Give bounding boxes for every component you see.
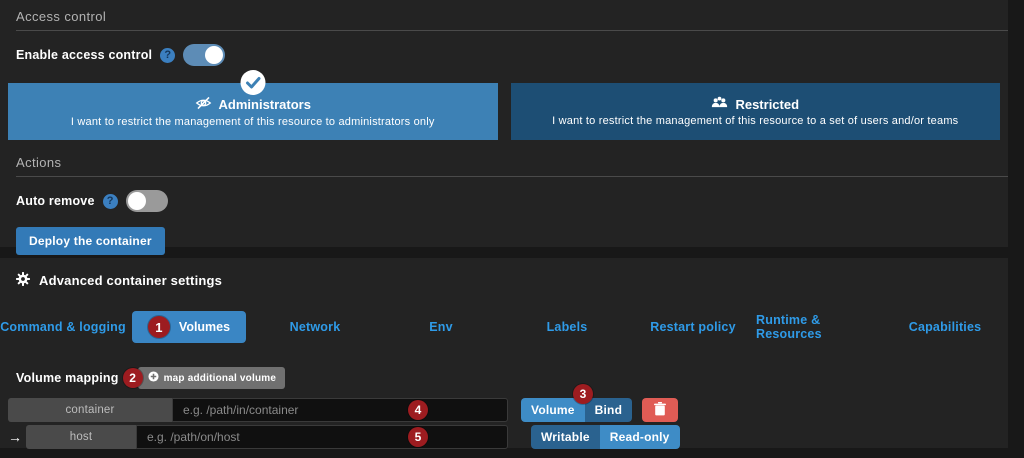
volume-type-button[interactable]: Volume <box>521 398 585 422</box>
remove-volume-button[interactable] <box>642 398 678 422</box>
section-divider <box>16 176 1008 177</box>
readonly-mode-button[interactable]: Read-only <box>600 425 680 449</box>
tab-label[interactable]: Capabilities <box>909 320 982 334</box>
enable-access-control-label: Enable access control <box>16 48 152 62</box>
tab-label[interactable]: Command & logging <box>0 320 126 334</box>
gear-icon <box>16 272 30 289</box>
annotation-badge-5: 5 <box>408 427 428 447</box>
tab-restart-policy[interactable]: Restart policy <box>630 320 756 334</box>
tab-env[interactable]: Env <box>378 320 504 334</box>
volume-option-buttons: 3 Volume Bind Writable <box>521 398 680 452</box>
volume-path-fields: container 4 → host 5 <box>8 398 508 452</box>
users-icon <box>711 96 728 112</box>
ownership-option-restricted[interactable]: Restricted I want to restrict the manage… <box>511 83 1001 140</box>
auto-remove-label: Auto remove <box>16 194 95 208</box>
access-control-heading: Access control <box>0 0 1008 24</box>
tab-labels[interactable]: Labels <box>504 320 630 334</box>
tab-capabilities[interactable]: Capabilities <box>882 320 1008 334</box>
tab-runtime-resources[interactable]: Runtime & Resources <box>756 313 882 341</box>
enable-access-control-row: Enable access control ? <box>16 44 1008 66</box>
tab-volumes-active-pill[interactable]: 1 Volumes <box>132 311 246 343</box>
host-path-row: → host 5 <box>8 425 508 449</box>
annotation-badge-1: 1 <box>148 316 170 338</box>
tab-volumes[interactable]: 1 Volumes <box>126 311 252 343</box>
volume-mapping-header: Volume mapping 2 map additional volume <box>16 367 1008 389</box>
advanced-settings-title: Advanced container settings <box>39 273 222 288</box>
annotation-badge-3: 3 <box>573 384 593 404</box>
eye-slash-icon <box>195 96 212 113</box>
tab-network[interactable]: Network <box>252 320 378 334</box>
volume-mode-row: Writable Read-only <box>531 425 680 449</box>
writable-mode-button[interactable]: Writable <box>531 425 600 449</box>
tab-label[interactable]: Restart policy <box>650 320 735 334</box>
toggle-knob <box>128 192 146 210</box>
restricted-option-description: I want to restrict the management of thi… <box>552 115 958 127</box>
restricted-option-title: Restricted <box>711 96 799 112</box>
bind-type-button[interactable]: Bind <box>585 398 632 422</box>
help-icon[interactable]: ? <box>103 194 118 209</box>
tab-label: Volumes <box>179 320 230 334</box>
host-addon-label: host <box>26 425 136 449</box>
tab-label[interactable]: Network <box>290 320 341 334</box>
plus-circle-icon <box>148 371 159 385</box>
selected-check-icon <box>239 69 266 101</box>
actions-heading: Actions <box>0 140 1008 170</box>
administrators-option-description: I want to restrict the management of thi… <box>71 116 435 128</box>
map-additional-volume-button[interactable]: map additional volume <box>138 367 286 389</box>
map-additional-volume-label: map additional volume <box>164 373 277 384</box>
container-path-input[interactable] <box>172 398 508 422</box>
tab-label[interactable]: Runtime & Resources <box>756 313 882 341</box>
enable-access-control-toggle[interactable] <box>183 44 225 66</box>
advanced-settings-header: Advanced container settings <box>16 272 1008 289</box>
help-icon[interactable]: ? <box>160 48 175 63</box>
tab-label[interactable]: Env <box>429 320 453 334</box>
trash-icon <box>654 402 666 419</box>
volume-mapping-form: container 4 → host 5 3 Volume Bind <box>8 398 1000 452</box>
annotation-badge-4: 4 <box>408 400 428 420</box>
settings-tab-bar: Command & logging 1 Volumes Network Env … <box>0 311 1008 343</box>
host-path-input[interactable] <box>136 425 508 449</box>
auto-remove-row: Auto remove ? <box>16 190 1008 212</box>
auto-remove-toggle[interactable] <box>126 190 168 212</box>
volume-mapping-label: Volume mapping <box>16 371 119 385</box>
tab-command-logging[interactable]: Command & logging <box>0 320 126 334</box>
volume-type-row: 3 Volume Bind <box>521 398 680 422</box>
advanced-settings-panel: Advanced container settings Command & lo… <box>0 258 1008 448</box>
container-path-row: container 4 <box>8 398 508 422</box>
tab-label[interactable]: Labels <box>547 320 588 334</box>
container-addon-label: container <box>8 398 172 422</box>
arrow-right-icon: → <box>8 425 26 449</box>
restricted-option-label: Restricted <box>735 97 799 112</box>
access-control-panel: Access control Enable access control ? <box>0 0 1008 247</box>
toggle-knob <box>205 46 223 64</box>
section-divider <box>16 30 1008 31</box>
annotation-badge-2: 2 <box>123 368 143 388</box>
deploy-container-button[interactable]: Deploy the container <box>16 227 165 255</box>
ownership-option-administrators[interactable]: Administrators I want to restrict the ma… <box>8 83 498 140</box>
ownership-options: Administrators I want to restrict the ma… <box>8 83 1000 140</box>
volume-mode-button-group: Writable Read-only <box>531 425 680 449</box>
volume-type-button-group: 3 Volume Bind <box>521 398 632 422</box>
